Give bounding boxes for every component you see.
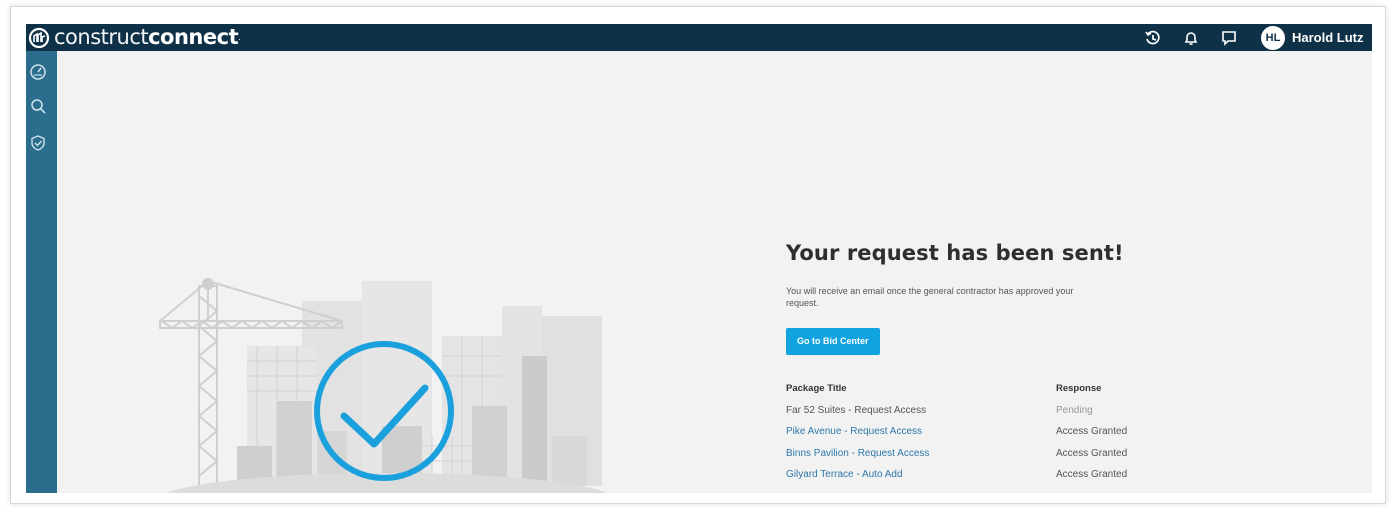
package-title-link[interactable]: Pike Avenue - Request Access xyxy=(786,426,1056,437)
table-header-row: Package Title Response xyxy=(786,378,1186,400)
main-content: Your request has been sent! You will rec… xyxy=(57,51,1372,493)
logo-mark-icon xyxy=(28,27,50,48)
confirmation-message: You will receive an email once the gener… xyxy=(786,286,1074,308)
history-icon xyxy=(1145,30,1160,44)
package-title-link[interactable]: Binns Pavilion - Request Access xyxy=(786,448,1056,459)
logo-text-bold: connect xyxy=(148,25,239,49)
column-header-package-title: Package Title xyxy=(786,383,847,395)
response-cell: Access Granted xyxy=(1056,447,1128,459)
response-cell: Access Granted xyxy=(1056,426,1128,438)
table-row: Far 52 Suites - Request Access Pending xyxy=(786,400,1186,422)
logo-trademark-dot: . xyxy=(238,33,241,42)
dashboard-icon[interactable] xyxy=(29,63,47,81)
table-row: Pike Avenue - Request Access Access Gran… xyxy=(786,421,1186,443)
table-row: Binns Pavilion - Request Access Access G… xyxy=(786,443,1186,465)
package-table: Package Title Response Far 52 Suites - R… xyxy=(786,378,1186,486)
go-to-bid-center-button[interactable]: Go to Bid Center xyxy=(786,328,880,355)
notifications-button[interactable] xyxy=(1181,28,1201,48)
package-title-link[interactable]: Gilyard Terrace - Auto Add xyxy=(786,469,1056,480)
shield-check-icon[interactable] xyxy=(29,134,47,152)
top-navbar: constructconnect. HL Harold Lutz xyxy=(26,24,1372,51)
package-title-cell: Far 52 Suites - Request Access xyxy=(786,404,927,416)
page-title: Your request has been sent! xyxy=(786,241,1124,265)
construction-illustration xyxy=(159,278,608,493)
avatar[interactable]: HL xyxy=(1261,25,1285,50)
brand-logo[interactable]: constructconnect. xyxy=(28,24,241,51)
column-header-response: Response xyxy=(1056,383,1102,395)
top-actions: HL Harold Lutz xyxy=(1143,24,1372,51)
messages-button[interactable] xyxy=(1219,28,1239,48)
sidebar xyxy=(26,51,57,493)
chat-icon xyxy=(1222,30,1236,46)
logo-text: constructconnect. xyxy=(54,24,241,51)
table-row: Gilyard Terrace - Auto Add Access Grante… xyxy=(786,464,1186,486)
response-cell: Access Granted xyxy=(1056,469,1128,481)
history-button[interactable] xyxy=(1143,28,1163,48)
bell-icon xyxy=(1184,31,1198,45)
search-icon[interactable] xyxy=(29,97,47,115)
user-name[interactable]: Harold Lutz xyxy=(1292,30,1372,45)
confirmation-panel: Your request has been sent! You will rec… xyxy=(786,241,1186,486)
response-cell: Pending xyxy=(1056,404,1093,416)
logo-text-light: construct xyxy=(54,25,149,49)
